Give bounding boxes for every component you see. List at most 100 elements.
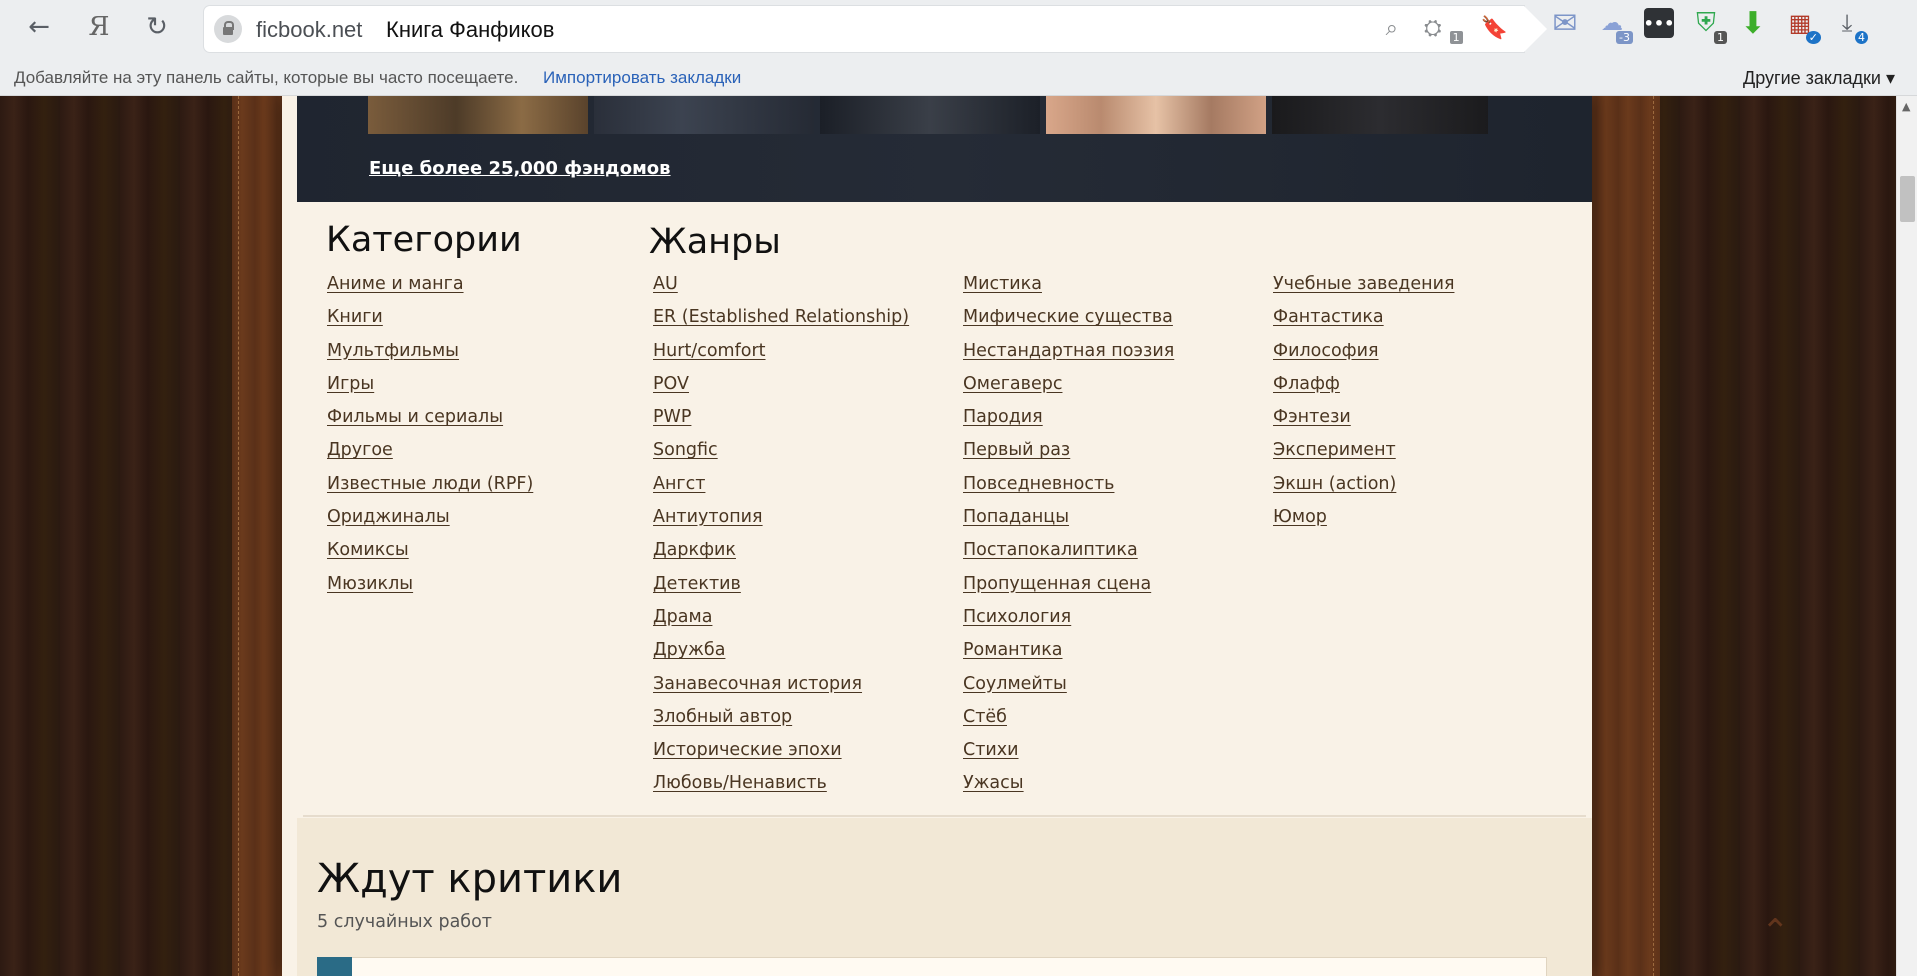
genre-link[interactable]: PWP [653,407,691,427]
category-link[interactable]: Известные люди (RPF) [327,474,533,494]
genre-item: Даркфик [653,539,909,572]
genre-link[interactable]: Фэнтези [1273,407,1351,427]
url-page-title: Книга Фанфиков [386,17,555,42]
genre-link[interactable]: Юмор [1273,507,1327,527]
cloud-icon[interactable]: ☁ -3 [1597,8,1633,44]
scrollbar-thumb[interactable] [1900,176,1915,222]
genre-link[interactable]: Нестандартная поэзия [963,341,1174,361]
genre-link[interactable]: Антиутопия [653,507,763,527]
page-scrollbar[interactable]: ▲ [1896,96,1917,976]
genre-link[interactable]: Психология [963,607,1071,627]
genre-link[interactable]: POV [653,374,689,394]
genre-item: Эксперимент [1273,439,1454,472]
genre-link[interactable]: Пародия [963,407,1043,427]
address-bar[interactable]: ficbook.net Книга Фанфиков ⌕ ⛭ 1 🔖 [204,6,1547,52]
critics-subtitle: 5 случайных работ [317,912,492,932]
password-manager-icon[interactable]: ••• [1644,8,1674,38]
genre-link[interactable]: Мифические существа [963,307,1173,327]
genre-item: Соулмейты [963,673,1174,706]
downloads-icon[interactable]: ⤓ 4 [1832,8,1868,44]
genre-item: Флафф [1273,373,1454,406]
genre-link[interactable]: Экшн (action) [1273,474,1396,494]
genre-link[interactable]: Даркфик [653,540,736,560]
bookmarks-hint: Добавляйте на эту панель сайты, которые … [14,68,519,87]
category-link[interactable]: Мюзиклы [327,574,413,594]
download-arrow-icon[interactable]: ⬇ [1738,6,1768,41]
other-bookmarks-button[interactable]: Другие закладки ▾ [1743,68,1895,89]
calendar-icon[interactable]: ▦ ✓ [1785,8,1821,44]
scroll-to-top-icon[interactable]: ⌃ [1761,912,1790,952]
genre-item: Пропущенная сцена [963,573,1174,606]
scroll-up-arrow-icon[interactable]: ▲ [1902,100,1910,113]
mail-icon[interactable]: ✉ [1550,6,1580,41]
more-fandoms-link[interactable]: Еще более 25,000 фэндомов [369,158,671,179]
genre-link[interactable]: Стёб [963,707,1007,727]
genre-link[interactable]: Ужасы [963,773,1024,793]
genre-link[interactable]: Злобный автор [653,707,792,727]
fandom-thumbnail[interactable] [368,96,588,134]
genre-link[interactable]: Занавесочная история [653,674,862,694]
lock-icon[interactable] [214,15,242,43]
genre-link[interactable]: Эксперимент [1273,440,1396,460]
category-item: Книги [327,306,533,339]
genre-link[interactable]: Флафф [1273,374,1340,394]
genre-link[interactable]: Любовь/Ненависть [653,773,827,793]
genre-item: Первый раз [963,439,1174,472]
genre-link[interactable]: Дружба [653,640,725,660]
genre-link[interactable]: Омегаверс [963,374,1062,394]
genre-item: Повседневность [963,473,1174,506]
genre-link[interactable]: Романтика [963,640,1063,660]
genre-item: Учебные заведения [1273,273,1454,306]
category-link[interactable]: Другое [327,440,393,460]
genre-link[interactable]: Исторические эпохи [653,740,842,760]
category-link[interactable]: Игры [327,374,374,394]
category-link[interactable]: Ориджиналы [327,507,450,527]
genre-link[interactable]: Драма [653,607,712,627]
genre-item: Постапокалиптика [963,539,1174,572]
genre-link[interactable]: Мистика [963,274,1042,294]
fandom-thumbnail[interactable] [1046,96,1266,134]
shield-icon[interactable]: ⛨ 1 [1691,8,1727,44]
genre-link[interactable]: Постапокалиптика [963,540,1138,560]
back-icon[interactable]: ← [22,10,56,44]
fandom-thumbnail[interactable] [820,96,1040,134]
genre-item: Фэнтези [1273,406,1454,439]
genre-link[interactable]: Фантастика [1273,307,1384,327]
genre-link[interactable]: AU [653,274,678,294]
search-icon[interactable]: ⌕ [1386,16,1398,41]
translate-icon[interactable]: ⛭ 1 [1424,16,1463,44]
work-card[interactable] [317,957,1547,976]
genre-item: Пародия [963,406,1174,439]
browser-toolbar: ← Я ↻ ficbook.net Книга Фанфиков ⌕ ⛭ 1 🔖 … [0,0,1917,60]
genre-link[interactable]: Стихи [963,740,1019,760]
categories-heading: Категории [326,220,522,260]
fandom-thumbnail[interactable] [594,96,814,134]
downloads-badge: 4 [1855,31,1868,44]
genre-link[interactable]: Первый раз [963,440,1070,460]
genre-link[interactable]: Повседневность [963,474,1114,494]
yandex-icon[interactable]: Я [82,10,116,44]
genre-link[interactable]: Songfic [653,440,718,460]
import-bookmarks-link[interactable]: Импортировать закладки [543,68,741,88]
genre-link[interactable]: Детектив [653,574,741,594]
category-link[interactable]: Аниме и манга [327,274,464,294]
category-link[interactable]: Комиксы [327,540,409,560]
genre-link[interactable]: Пропущенная сцена [963,574,1151,594]
category-link[interactable]: Фильмы и сериалы [327,407,503,427]
genre-link[interactable]: ER (Established Relationship) [653,307,909,327]
genre-link[interactable]: Соулмейты [963,674,1067,694]
category-link[interactable]: Мультфильмы [327,341,459,361]
bookmark-icon[interactable]: 🔖 [1481,16,1508,41]
reload-icon[interactable]: ↻ [140,10,174,44]
genre-link[interactable]: Hurt/comfort [653,341,766,361]
category-link[interactable]: Книги [327,307,383,327]
critics-heading: Ждут критики [317,856,623,902]
genre-link[interactable]: Попаданцы [963,507,1069,527]
fandom-thumbnail[interactable] [1272,96,1488,134]
frame-stitch-left [238,96,239,976]
genre-item: Мистика [963,273,1174,306]
genre-item: Экшн (action) [1273,473,1454,506]
genre-link[interactable]: Учебные заведения [1273,274,1454,294]
genre-link[interactable]: Философия [1273,341,1379,361]
genre-link[interactable]: Ангст [653,474,705,494]
